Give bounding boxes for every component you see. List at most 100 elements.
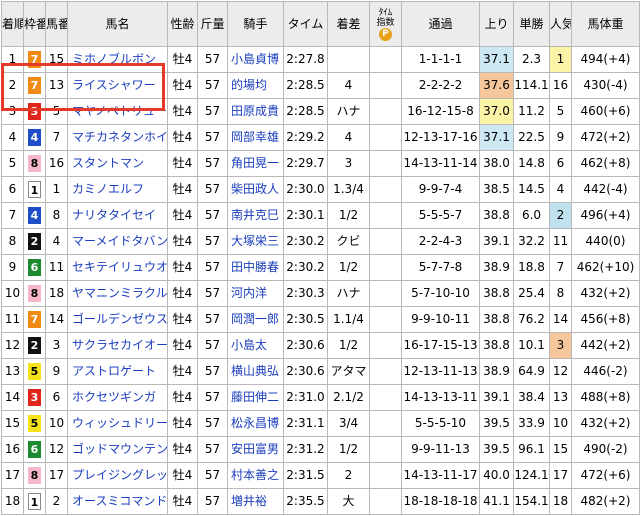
cell-odds: 14.8 — [513, 150, 550, 177]
jockey-name-link[interactable]: 南井克巳 — [227, 202, 284, 229]
cell-pass: 5-7-7-8 — [401, 254, 480, 281]
header-row: 着順 枠番 馬番 馬名 性齢 斤量 騎手 タイム 着差 ﾀｲﾑ指数P 通過 上り… — [1, 1, 640, 47]
cell-num: 7 — [45, 124, 68, 151]
horse-name-link[interactable]: アストロゲート — [67, 358, 168, 385]
horse-name-link[interactable]: ゴールデンゼウス — [67, 306, 168, 333]
cell-weight: 57 — [197, 462, 228, 489]
cell-weight: 57 — [197, 306, 228, 333]
cell-sexage: 牡4 — [167, 358, 198, 385]
cell-pop: 6 — [549, 150, 572, 177]
cell-rank: 14 — [1, 384, 24, 411]
cell-last: 37.1 — [479, 124, 514, 151]
cell-bodyweight: 472(+6) — [571, 462, 640, 489]
cell-sexage: 牡4 — [167, 306, 198, 333]
cell-weight: 57 — [197, 332, 228, 359]
cell-time: 2:31.0 — [283, 384, 328, 411]
horse-name-link[interactable]: ミホノブルボン — [67, 46, 168, 73]
jockey-name-link[interactable]: 松永昌博 — [227, 410, 284, 437]
jockey-name-link[interactable]: 大塚栄三 — [227, 228, 284, 255]
cell-bodyweight: 456(+8) — [571, 306, 640, 333]
jockey-name-link[interactable]: 岡部幸雄 — [227, 124, 284, 151]
cell-last: 39.1 — [479, 228, 514, 255]
cell-time: 2:28.5 — [283, 98, 328, 125]
cell-sexage: 牡4 — [167, 410, 198, 437]
horse-name-link[interactable]: マーメイドタバン — [67, 228, 168, 255]
jockey-name-link[interactable]: 小島貞博 — [227, 46, 284, 73]
cell-weight: 57 — [197, 176, 228, 203]
cell-frame: 8 — [23, 150, 46, 177]
jockey-name-link[interactable]: 藤田伸二 — [227, 384, 284, 411]
cell-last: 37.1 — [479, 46, 514, 73]
header-pass: 通過 — [401, 1, 480, 47]
cell-pop: 5 — [549, 98, 572, 125]
jockey-name-link[interactable]: 田中勝春 — [227, 254, 284, 281]
horse-name-link[interactable]: サクラセカイオー — [67, 332, 168, 359]
cell-weight: 57 — [197, 72, 228, 99]
horse-name-link[interactable]: セキテイリュウオー — [67, 254, 168, 281]
frame-number-badge: 4 — [28, 129, 41, 146]
horse-name-link[interactable]: ヤマニンミラクル — [67, 280, 168, 307]
cell-sexage: 牡4 — [167, 384, 198, 411]
cell-frame: 6 — [23, 436, 46, 463]
cell-pass: 18-18-18-18 — [401, 488, 480, 515]
frame-number-badge: 8 — [28, 467, 41, 484]
horse-name-link[interactable]: オースミコマンド — [67, 488, 168, 515]
frame-number-badge: 1 — [28, 181, 41, 198]
horse-name-link[interactable]: ゴッドマウンテン — [67, 436, 168, 463]
horse-name-link[interactable]: マチカネタンホイザ — [67, 124, 168, 151]
cell-bodyweight: 430(-4) — [571, 72, 640, 99]
cell-weight: 57 — [197, 254, 228, 281]
cell-pass: 14-13-13-11 — [401, 384, 480, 411]
cell-time: 2:30.1 — [283, 202, 328, 229]
horse-name-link[interactable]: ライスシャワー — [67, 72, 168, 99]
jockey-name-link[interactable]: 田原成貴 — [227, 98, 284, 125]
cell-bodyweight: 442(+2) — [571, 332, 640, 359]
cell-margin: クビ — [327, 228, 370, 255]
horse-name-link[interactable]: ホクセツギンガ — [67, 384, 168, 411]
cell-rank: 4 — [1, 124, 24, 151]
cell-rank: 9 — [1, 254, 24, 281]
horse-name-link[interactable]: マヤノペトリュース — [67, 98, 168, 125]
cell-time: 2:29.7 — [283, 150, 328, 177]
jockey-name-link[interactable]: 村本善之 — [227, 462, 284, 489]
table-row: 16 6 12 ゴッドマウンテン 牡4 57 安田富男 2:31.2 1/2 9-9-11-13 3… — [1, 436, 640, 463]
cell-margin: 4 — [327, 72, 370, 99]
horse-name-link[interactable]: ウィッシュドリーム — [67, 410, 168, 437]
cell-margin: アタマ — [327, 358, 370, 385]
horse-name-link[interactable]: スタントマン — [67, 150, 168, 177]
jockey-name-link[interactable]: 河内洋 — [227, 280, 284, 307]
horse-name-link[interactable]: ナリタタイセイ — [67, 202, 168, 229]
horse-name-link[interactable]: プレイジングレッド — [67, 462, 168, 489]
cell-last: 38.5 — [479, 176, 514, 203]
jockey-name-link[interactable]: 岡潤一郎 — [227, 306, 284, 333]
table-row: 1 7 15 ミホノブルボン 牡4 57 小島貞博 2:27.8 1-1-1-1 37.1 2.3 1… — [1, 46, 640, 73]
cell-weight: 57 — [197, 410, 228, 437]
jockey-name-link[interactable]: 横山典弘 — [227, 358, 284, 385]
jockey-name-link[interactable]: 角田晃一 — [227, 150, 284, 177]
cell-weight: 57 — [197, 488, 228, 515]
jockey-name-link[interactable]: 的場均 — [227, 72, 284, 99]
table-row: 11 7 14 ゴールデンゼウス 牡4 57 岡潤一郎 2:30.5 1.1/4 9-9-10-1… — [1, 306, 640, 333]
cell-bodyweight: 462(+10) — [571, 254, 640, 281]
cell-weight: 57 — [197, 436, 228, 463]
cell-margin: 1.3/4 — [327, 176, 370, 203]
header-name: 馬名 — [67, 1, 168, 47]
jockey-name-link[interactable]: 小島太 — [227, 332, 284, 359]
cell-time-index — [369, 46, 402, 73]
cell-frame: 4 — [23, 124, 46, 151]
cell-margin: 2.1/2 — [327, 384, 370, 411]
header-bodyweight: 馬体重 — [571, 1, 640, 47]
cell-margin: 3 — [327, 150, 370, 177]
cell-time-index — [369, 332, 402, 359]
frame-number-badge: 7 — [28, 311, 41, 328]
jockey-name-link[interactable]: 増井裕 — [227, 488, 284, 515]
time-index-line1: ﾀｲﾑ — [378, 7, 393, 18]
jockey-name-link[interactable]: 安田富男 — [227, 436, 284, 463]
horse-name-link[interactable]: カミノエルフ — [67, 176, 168, 203]
cell-odds: 32.2 — [513, 228, 550, 255]
cell-weight: 57 — [197, 384, 228, 411]
cell-pop: 2 — [549, 202, 572, 229]
jockey-name-link[interactable]: 柴田政人 — [227, 176, 284, 203]
cell-odds: 22.5 — [513, 124, 550, 151]
cell-time: 2:30.0 — [283, 176, 328, 203]
